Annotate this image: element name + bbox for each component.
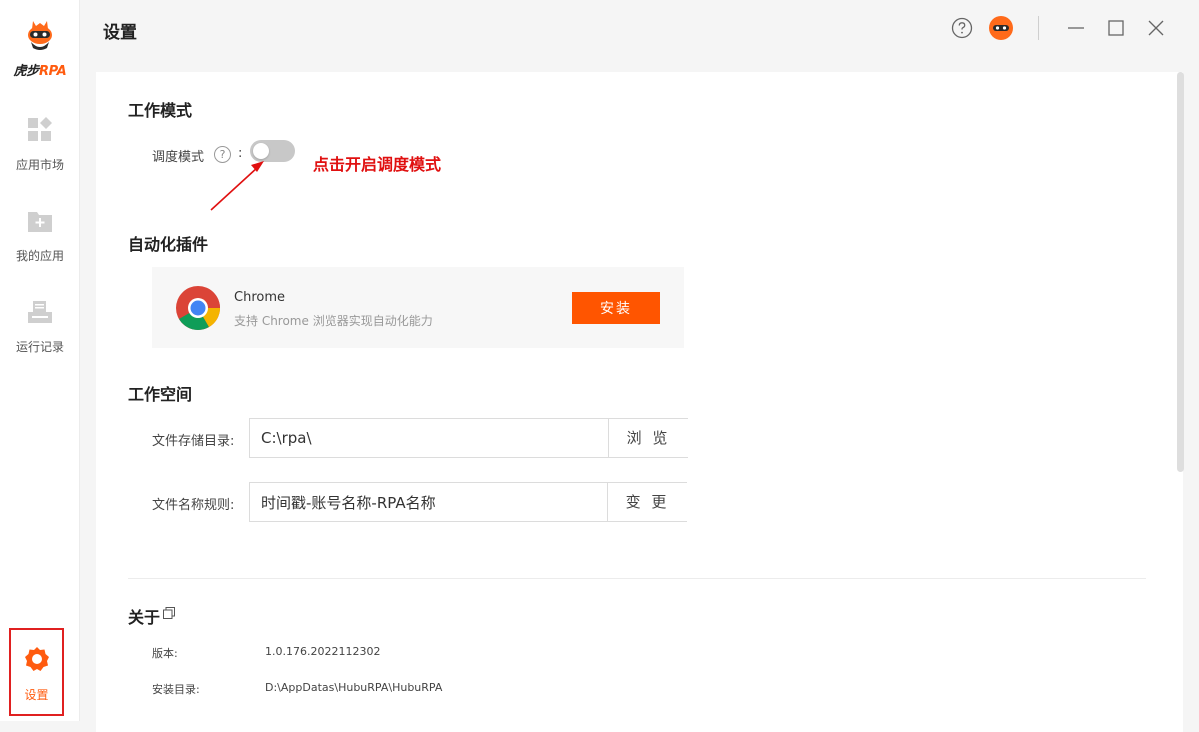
minimize-icon[interactable]	[1064, 16, 1088, 40]
gear-icon	[24, 647, 49, 671]
annotation-arrow-icon	[210, 161, 264, 211]
plugin-card-chrome: Chrome 支持 Chrome 浏览器实现自动化能力 安装	[152, 267, 684, 348]
sidebar: 虎步RPA 应用市场 我的应用 运行记录 设置	[0, 0, 80, 721]
plugin-name: Chrome	[234, 290, 285, 305]
sidebar-item-settings[interactable]: 设置	[9, 628, 64, 716]
apps-grid-icon	[28, 117, 52, 141]
plugins-title: 自动化插件	[128, 235, 209, 254]
install-button[interactable]: 安装	[572, 292, 660, 324]
storage-dir-input[interactable]	[250, 419, 608, 457]
work-mode-title: 工作模式	[128, 101, 193, 120]
naming-rule-input[interactable]	[250, 483, 607, 521]
dispatch-mode-label: 调度模式	[152, 150, 205, 165]
install-dir-label: 安装目录:	[152, 683, 200, 696]
run-log-icon	[28, 301, 52, 323]
section-divider	[128, 578, 1146, 579]
plugin-description: 支持 Chrome 浏览器实现自动化能力	[234, 314, 433, 328]
browse-button[interactable]: 浏 览	[608, 419, 688, 457]
title-bar: 设置	[81, 0, 1199, 56]
page-title: 设置	[103, 23, 137, 43]
storage-dir-group: 浏 览	[249, 418, 688, 458]
sidebar-item-run-log[interactable]: 运行记录	[0, 298, 80, 368]
sidebar-item-label: 应用市场	[15, 158, 64, 172]
avatar[interactable]	[989, 16, 1013, 40]
sidebar-item-my-apps[interactable]: 我的应用	[0, 207, 80, 277]
help-icon[interactable]	[950, 16, 974, 40]
about-title: 关于	[128, 608, 161, 627]
close-icon[interactable]	[1144, 16, 1168, 40]
naming-rule-label: 文件名称规则:	[152, 498, 235, 513]
maximize-icon[interactable]	[1104, 16, 1128, 40]
naming-rule-group: 变 更	[249, 482, 687, 522]
copy-icon[interactable]	[163, 607, 175, 619]
sidebar-item-label: 设置	[24, 688, 49, 702]
mascot-icon	[28, 21, 52, 50]
scrollbar[interactable]	[1177, 72, 1184, 472]
header-divider	[1038, 16, 1039, 40]
install-dir-value: D:\AppDatas\HubuRPA\HubuRPA	[265, 681, 443, 694]
storage-dir-label: 文件存储目录:	[152, 434, 235, 449]
logo-rpa: RPA	[38, 64, 67, 79]
sidebar-item-label: 我的应用	[15, 249, 64, 263]
annotation-text: 点击开启调度模式	[313, 155, 442, 174]
app-logo: 虎步RPA	[10, 18, 70, 80]
sidebar-item-app-market[interactable]: 应用市场	[0, 116, 80, 186]
version-label: 版本:	[152, 647, 178, 660]
chrome-icon	[176, 286, 220, 330]
change-button[interactable]: 变 更	[607, 483, 687, 521]
logo-cn: 虎步	[13, 64, 40, 79]
sidebar-item-label: 运行记录	[15, 340, 64, 354]
folder-add-icon	[28, 212, 52, 232]
workspace-title: 工作空间	[128, 385, 193, 404]
logo-text: 虎步RPA	[10, 60, 70, 79]
version-value: 1.0.176.2022112302	[265, 645, 381, 658]
